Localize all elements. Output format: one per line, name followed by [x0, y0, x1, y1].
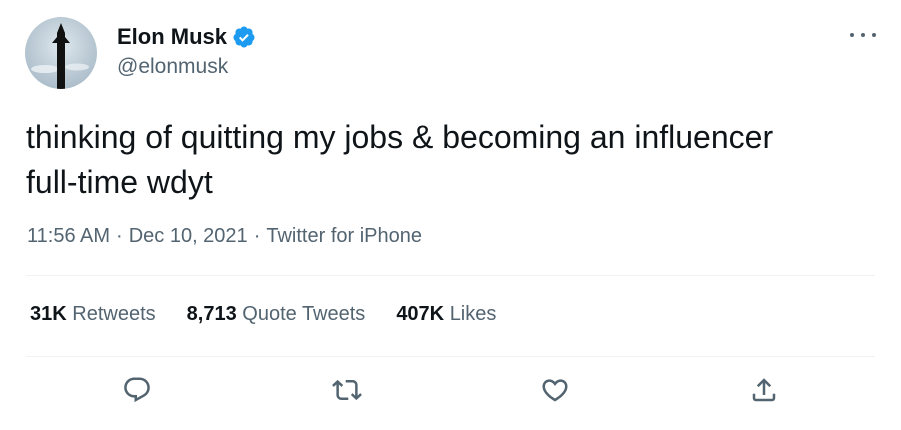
meta-separator: · — [253, 225, 261, 247]
verified-badge-icon — [232, 25, 256, 49]
quote-tweets-stat[interactable]: 8,713 Quote Tweets — [187, 303, 366, 326]
author-name[interactable]: Elon Musk — [117, 24, 227, 50]
retweets-count: 31K — [30, 303, 67, 325]
author-handle[interactable]: @elonmusk — [117, 55, 228, 79]
likes-label: Likes — [449, 303, 497, 325]
tweet-actions — [0, 372, 901, 408]
quote-tweets-count: 8,713 — [186, 303, 237, 325]
tweet-text: thinking of quitting my jobs & becoming … — [26, 115, 876, 205]
avatar[interactable] — [25, 17, 97, 89]
more-options-icon[interactable] — [850, 25, 876, 45]
meta-separator: · — [116, 225, 123, 247]
tweet-text-line-2: full-time wdyt — [26, 164, 213, 200]
quote-tweets-label: Quote Tweets — [242, 303, 366, 325]
like-icon[interactable] — [537, 372, 573, 408]
tweet-source[interactable]: Twitter for iPhone — [266, 225, 422, 247]
share-icon[interactable] — [746, 372, 782, 408]
tweet-stats: 31K Retweets 8,713 Quote Tweets 407K Lik… — [30, 303, 496, 326]
divider — [26, 356, 875, 357]
likes-count: 407K — [396, 303, 445, 325]
likes-stat[interactable]: 407K Likes — [396, 303, 496, 326]
retweets-stat[interactable]: 31K Retweets — [30, 303, 156, 326]
avatar-image — [31, 23, 89, 89]
retweets-label: Retweets — [72, 303, 156, 325]
reply-icon[interactable] — [119, 372, 155, 408]
tweet-meta: 11:56 AM · Dec 10, 2021 · Twitter for iPhone — [27, 225, 422, 248]
retweet-icon[interactable] — [329, 372, 365, 408]
divider — [26, 275, 875, 276]
tweet-text-line-1: thinking of quitting my jobs & becoming … — [26, 119, 774, 155]
tweet-date[interactable]: Dec 10, 2021 — [129, 225, 248, 247]
tweet-time[interactable]: 11:56 AM — [27, 225, 110, 247]
